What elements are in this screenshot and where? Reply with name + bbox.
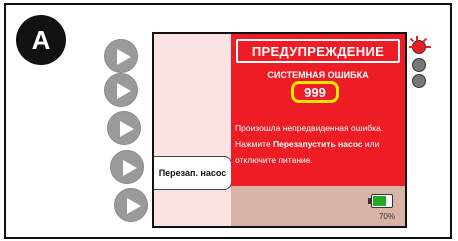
soft-key-label-pane — [154, 34, 231, 226]
restart-pump-button[interactable]: Перезап. насос — [154, 156, 232, 190]
play-icon — [123, 160, 137, 176]
alert-panel: ПРЕДУПРЕЖДЕНИЕ СИСТЕМНАЯ ОШИБКА 999 Прои… — [231, 34, 405, 186]
play-icon — [127, 198, 141, 214]
status-bar: 70% — [231, 186, 405, 226]
status-led-icon — [412, 58, 426, 72]
soft-key-2[interactable] — [104, 73, 138, 107]
device-screen: Перезап. насос ПРЕДУПРЕЖДЕНИЕ СИСТЕМНАЯ … — [152, 32, 407, 228]
battery-level-fill — [373, 196, 386, 206]
alert-title: ПРЕДУПРЕЖДЕНИЕ — [236, 39, 400, 63]
error-code: 999 — [291, 81, 339, 103]
status-led-icon — [412, 74, 426, 88]
led-ray — [426, 46, 431, 48]
soft-key-4[interactable] — [110, 150, 144, 184]
play-icon — [117, 83, 131, 99]
battery-icon — [368, 194, 393, 208]
alert-message: Произошла непредвиденная ошибка. Нажмите… — [235, 120, 405, 168]
soft-key-3[interactable] — [107, 111, 141, 145]
play-icon — [120, 121, 134, 137]
play-icon — [117, 49, 131, 65]
led-ray — [409, 46, 414, 48]
soft-key-1[interactable] — [104, 39, 138, 73]
battery-percent: 70% — [378, 212, 395, 221]
soft-key-5[interactable] — [114, 188, 148, 222]
message-restart-action: Перезапустить насос — [273, 139, 363, 149]
figure-label-badge: A — [16, 15, 66, 65]
error-type: СИСТЕМНАЯ ОШИБКА — [267, 70, 369, 80]
led-ray — [416, 36, 418, 41]
